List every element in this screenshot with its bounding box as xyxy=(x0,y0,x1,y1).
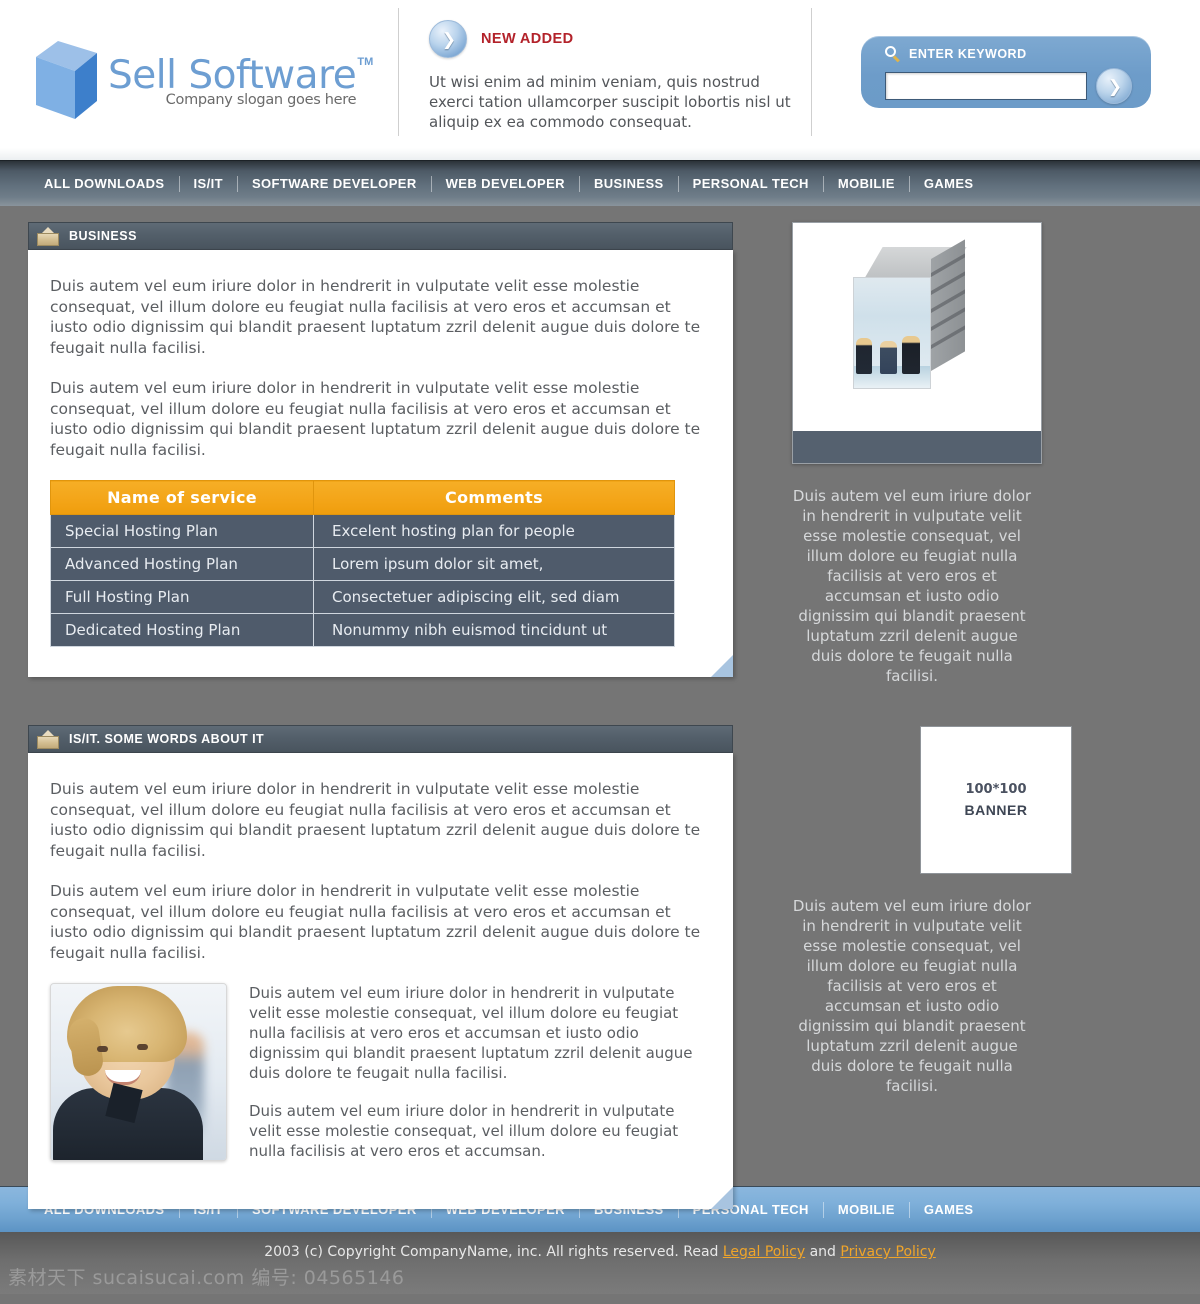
photo-side-text: Duis autem vel eum iriure dolor in hendr… xyxy=(249,983,703,1179)
table-row[interactable]: Advanced Hosting Plan Lorem ipsum dolor … xyxy=(50,547,675,581)
copyright-text: 2003 (c) Copyright CompanyName, inc. All… xyxy=(264,1244,936,1260)
cube-icon xyxy=(36,37,98,123)
nav-item-mobilie[interactable]: MOBILIE xyxy=(824,175,910,192)
table-cell-service: Dedicated Hosting Plan xyxy=(50,613,314,647)
main-navigation: ALL DOWNLOADS IS/IT SOFTWARE DEVELOPER W… xyxy=(0,160,1200,206)
table-cell-comment: Consectetuer adipiscing elit, sed diam xyxy=(313,580,675,614)
table-row[interactable]: Full Hosting Plan Consectetuer adipiscin… xyxy=(50,580,675,614)
table-cell-comment: Lorem ipsum dolor sit amet, xyxy=(313,547,675,581)
nav-item-is-it[interactable]: IS/IT xyxy=(180,175,238,192)
nav-item-web-developer[interactable]: WEB DEVELOPER xyxy=(432,175,580,192)
search-input[interactable] xyxy=(885,72,1087,100)
new-added-title: NEW ADDED xyxy=(481,31,574,47)
server-box-business-people-image xyxy=(793,223,1041,431)
is-it-paragraph-1: Duis autem vel eum iriure dolor in hendr… xyxy=(50,780,701,860)
table-cell-service: Full Hosting Plan xyxy=(50,580,314,614)
table-cell-comment: Excelent hosting plan for people xyxy=(313,514,675,548)
photo-text-row: Duis autem vel eum iriure dolor in hendr… xyxy=(50,983,703,1179)
nav-item-software-developer[interactable]: SOFTWARE DEVELOPER xyxy=(238,175,432,192)
footer-nav-item-mobilie[interactable]: MOBILIE xyxy=(824,1201,910,1218)
table-row[interactable]: Dedicated Hosting Plan Nonummy nibh euis… xyxy=(50,613,675,647)
panel-is-it-title: IS/IT. SOME WORDS ABOUT IT xyxy=(69,732,265,746)
folder-icon xyxy=(37,227,59,246)
banner-size-label: 100*100 xyxy=(965,782,1027,797)
trademark-symbol: TM xyxy=(357,56,374,68)
table-cell-service: Advanced Hosting Plan xyxy=(50,547,314,581)
new-added-block: ❯ NEW ADDED Ut wisi enim ad minim veniam… xyxy=(399,0,811,132)
folder-icon xyxy=(37,730,59,749)
table-header-name-of-service: Name of service xyxy=(50,480,314,515)
table-cell-service: Special Hosting Plan xyxy=(50,514,314,548)
server-card-footer-bar xyxy=(793,431,1041,463)
search-block: ENTER KEYWORD ❯ xyxy=(812,0,1200,108)
is-it-paragraph-2: Duis autem vel eum iriure dolor in hendr… xyxy=(50,882,701,962)
sidebar-text-bottom: Duis autem vel eum iriure dolor in hendr… xyxy=(792,897,1032,1095)
panel-business-title: BUSINESS xyxy=(69,229,137,243)
search-submit-button[interactable]: ❯ xyxy=(1096,68,1132,104)
privacy-policy-link[interactable]: Privacy Policy xyxy=(840,1244,935,1260)
banner-placeholder[interactable]: 100*100 BANNER xyxy=(920,726,1072,874)
is-it-photo-paragraph-1: Duis autem vel eum iriure dolor in hendr… xyxy=(249,984,693,1082)
magnifier-icon xyxy=(885,46,901,63)
panel-business-body: Duis autem vel eum iriure dolor in hendr… xyxy=(28,250,733,677)
table-header-row: Name of service Comments xyxy=(50,480,675,515)
panel-is-it-header: IS/IT. SOME WORDS ABOUT IT xyxy=(28,725,733,753)
page-header: Sell Software TM Company slogan goes her… xyxy=(0,0,1200,160)
corner-fold-decoration xyxy=(711,655,733,677)
footer-nav-item-games[interactable]: GAMES xyxy=(910,1202,988,1218)
arrow-glyph: ❯ xyxy=(1107,76,1123,96)
business-paragraph-2: Duis autem vel eum iriure dolor in hendr… xyxy=(50,379,701,459)
corner-fold-decoration xyxy=(711,1187,733,1209)
arrow-right-circle-icon[interactable]: ❯ xyxy=(429,20,467,58)
search-panel: ENTER KEYWORD ❯ xyxy=(861,36,1151,108)
copyright-prefix: 2003 (c) Copyright CompanyName, inc. All… xyxy=(264,1244,723,1260)
server-promo-card[interactable] xyxy=(792,222,1042,464)
table-row[interactable]: Special Hosting Plan Excelent hosting pl… xyxy=(50,514,675,548)
copyright-conjunction: and xyxy=(805,1244,841,1260)
legal-policy-link[interactable]: Legal Policy xyxy=(723,1244,805,1260)
arrow-glyph: ❯ xyxy=(441,29,457,49)
stock-watermark: 素材天下 sucaisucai.com 编号: 04565146 xyxy=(8,1267,405,1289)
business-paragraph-1: Duis autem vel eum iriure dolor in hendr… xyxy=(50,277,701,357)
banner-label: BANNER xyxy=(964,802,1028,818)
new-added-body: Ut wisi enim ad minim veniam, quis nostr… xyxy=(429,73,791,131)
header-shade xyxy=(0,148,1200,160)
panel-business: BUSINESS Duis autem vel eum iriure dolor… xyxy=(28,222,733,677)
logo-title: Sell Software xyxy=(108,53,357,98)
services-table: Name of service Comments Special Hosting… xyxy=(50,480,675,647)
main-content: BUSINESS Duis autem vel eum iriure dolor… xyxy=(0,206,1200,1209)
nav-item-games[interactable]: GAMES xyxy=(910,176,988,192)
left-column: BUSINESS Duis autem vel eum iriure dolor… xyxy=(0,222,760,1209)
is-it-photo-paragraph-2: Duis autem vel eum iriure dolor in hendr… xyxy=(249,1102,679,1160)
panel-is-it: IS/IT. SOME WORDS ABOUT IT Duis autem ve… xyxy=(28,725,733,1209)
sidebar-text-top: Duis autem vel eum iriure dolor in hendr… xyxy=(792,487,1032,685)
smiling-businesswoman-photo xyxy=(50,983,227,1161)
logo-block[interactable]: Sell Software TM Company slogan goes her… xyxy=(0,0,398,160)
table-cell-comment: Nonummy nibh euismod tincidunt ut xyxy=(313,613,675,647)
nav-item-business[interactable]: BUSINESS xyxy=(580,175,679,192)
right-sidebar: Duis autem vel eum iriure dolor in hendr… xyxy=(760,222,1200,1186)
footer-copyright-bar: 2003 (c) Copyright CompanyName, inc. All… xyxy=(0,1232,1200,1294)
panel-business-header: BUSINESS xyxy=(28,222,733,250)
search-label: ENTER KEYWORD xyxy=(909,47,1027,61)
table-header-comments: Comments xyxy=(313,480,675,515)
panel-is-it-body: Duis autem vel eum iriure dolor in hendr… xyxy=(28,753,733,1209)
nav-item-all-downloads[interactable]: ALL DOWNLOADS xyxy=(30,175,180,192)
nav-item-personal-tech[interactable]: PERSONAL TECH xyxy=(679,175,824,192)
